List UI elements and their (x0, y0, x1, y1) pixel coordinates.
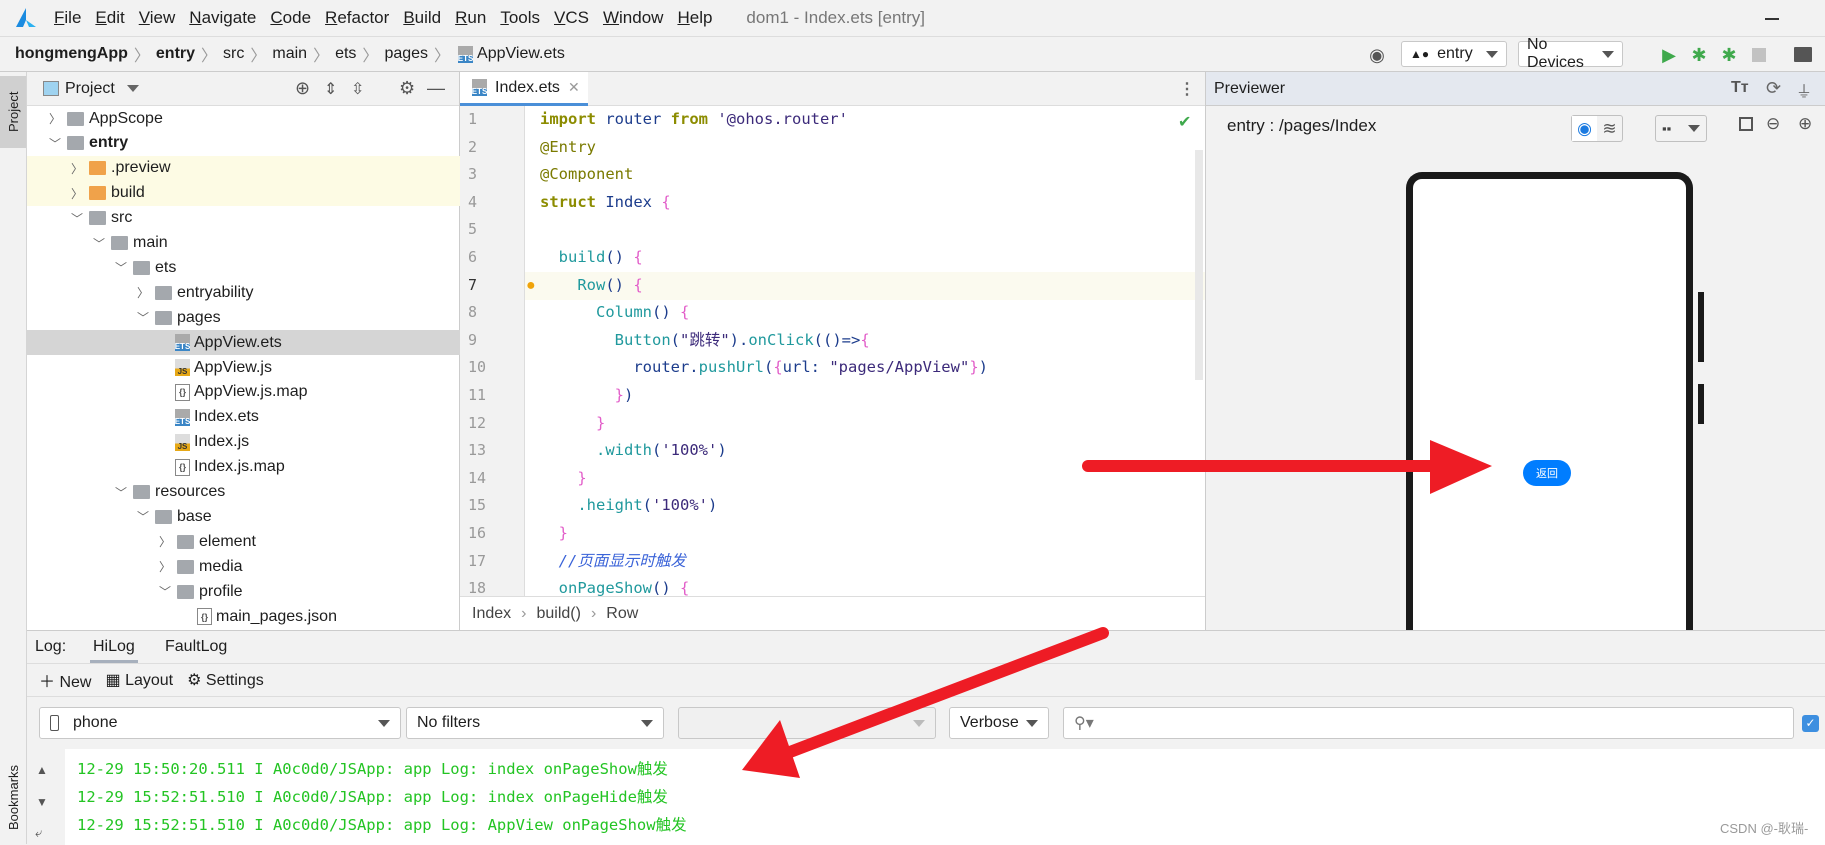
annotation-arrow (1082, 440, 1492, 494)
watermark: CSDN @-耿瑞- (1720, 821, 1809, 836)
annotation-arrow (742, 627, 1109, 778)
annotation-arrows (742, 440, 1492, 778)
